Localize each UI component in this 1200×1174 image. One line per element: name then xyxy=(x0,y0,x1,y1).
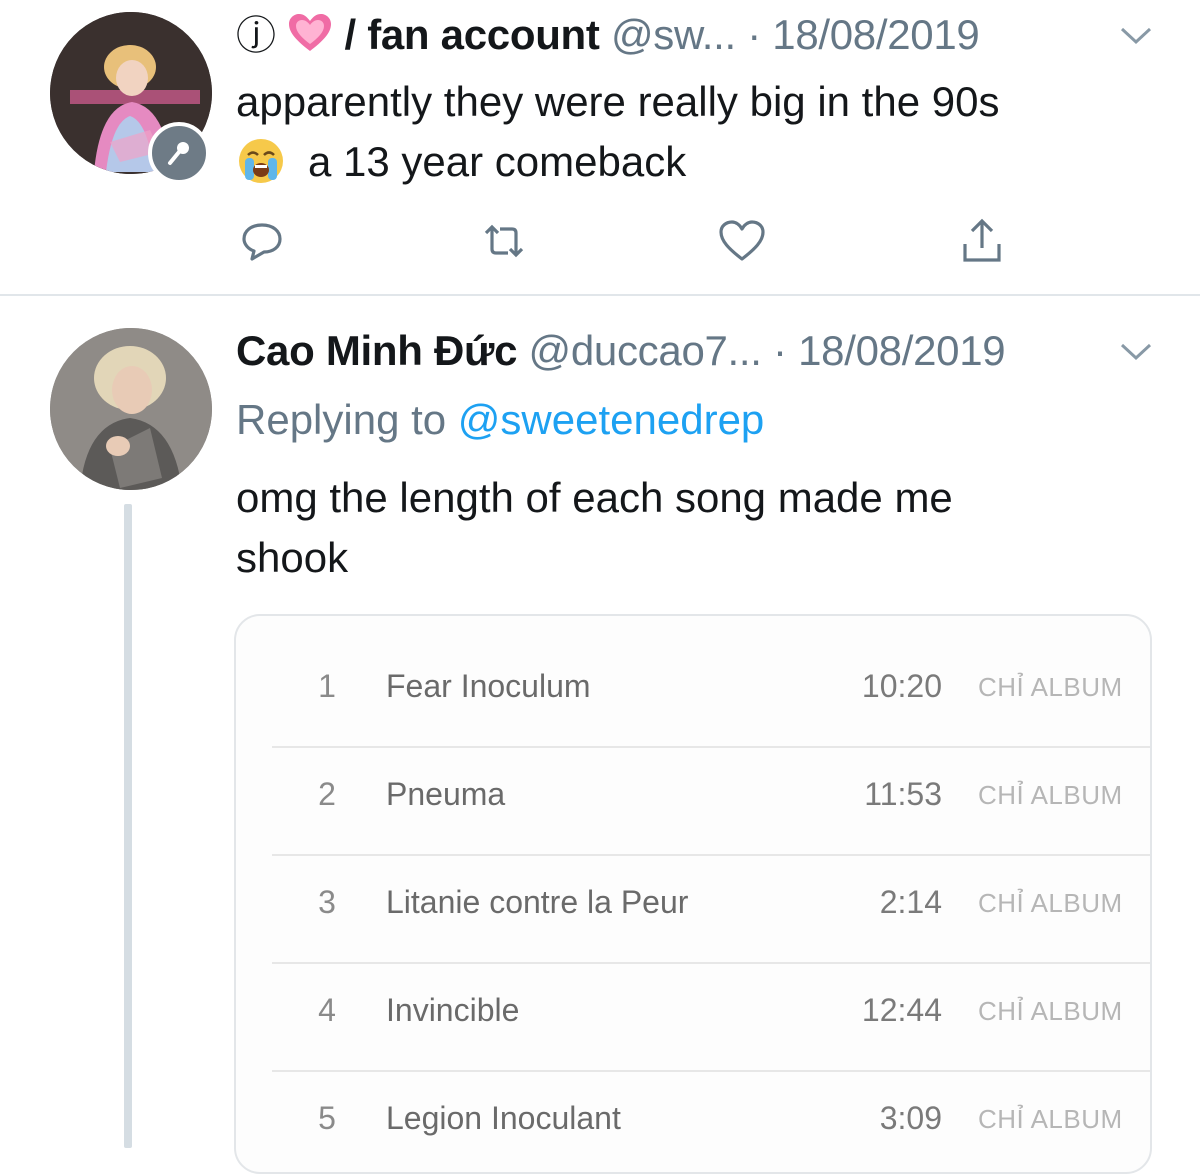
track-duration: 10:20 xyxy=(861,668,942,704)
display-name[interactable]: Cao Minh Đức xyxy=(236,327,517,374)
mention-link[interactable]: @sweetenedrep xyxy=(458,396,765,443)
reply-icon[interactable] xyxy=(236,215,288,267)
track-duration: 3:09 xyxy=(879,1100,942,1136)
track-title: Pneuma xyxy=(386,776,506,812)
tweet-text-line-1: omg the length of each song made me xyxy=(236,474,953,521)
growing-heart-icon xyxy=(289,14,332,51)
tweet-divider xyxy=(0,294,1200,296)
tweet-text-line-1: apparently they were really big in the 9… xyxy=(236,78,1000,125)
name-prefix-glyph: ⓙ xyxy=(236,14,276,58)
share-icon[interactable] xyxy=(956,215,1008,267)
tweet-header: ⓙ / fan account @sw... · 18/08/2019 xyxy=(236,10,980,61)
track-row: 1 Fear Inoculum 10:20 CHỈ ALBUM xyxy=(272,640,1150,748)
track-number: 3 xyxy=(318,884,336,920)
replying-to-label: Replying to xyxy=(236,396,447,443)
tweet-text-line-2: a 13 year comeback xyxy=(236,132,686,192)
track-duration: 11:53 xyxy=(864,776,942,812)
user-handle[interactable]: @duccao7... xyxy=(529,327,762,374)
tweet-header: Cao Minh Đức @duccao7... · 18/08/2019 xyxy=(236,326,1006,376)
track-number: 1 xyxy=(318,668,336,704)
display-name[interactable]: / fan account xyxy=(344,11,599,58)
thread-line xyxy=(124,504,132,1148)
track-tag: CHỈ ALBUM xyxy=(978,996,1123,1026)
track-title: Fear Inoculum xyxy=(386,668,591,704)
track-number: 2 xyxy=(318,776,336,812)
track-title: Litanie contre la Peur xyxy=(386,884,689,920)
track-duration: 12:44 xyxy=(861,992,942,1028)
track-tag: CHỈ ALBUM xyxy=(978,672,1123,702)
chevron-down-icon[interactable] xyxy=(1118,340,1154,364)
tweet-fan-account[interactable]: ⓙ / fan account @sw... · 18/08/2019 appa… xyxy=(0,0,1200,294)
track-tag: CHỈ ALBUM xyxy=(978,888,1123,918)
track-number: 4 xyxy=(318,992,336,1028)
loudly-crying-face-icon xyxy=(239,139,283,183)
tweet-text-line-2: shook xyxy=(236,534,349,581)
track-row: 5 Legion Inoculant 3:09 CHỈ ALBUM xyxy=(272,1072,1150,1172)
track-row: 3 Litanie contre la Peur 2:14 CHỈ ALBUM xyxy=(272,856,1150,964)
chevron-down-icon[interactable] xyxy=(1118,24,1154,48)
attached-image-tracklist[interactable]: 1 Fear Inoculum 10:20 CHỈ ALBUM 2 Pneuma… xyxy=(234,614,1152,1174)
avatar-image xyxy=(50,328,212,490)
replying-to: Replying to @sweetenedrep xyxy=(236,393,764,447)
track-row: 4 Invincible 12:44 CHỈ ALBUM xyxy=(272,964,1150,1072)
user-handle[interactable]: @sw... xyxy=(611,11,736,58)
tweet-text-line-2-text: a 13 year comeback xyxy=(308,138,687,185)
like-icon[interactable] xyxy=(716,215,768,267)
tweet-actions xyxy=(0,215,1200,267)
microphone-icon xyxy=(148,122,210,184)
track-number: 5 xyxy=(318,1100,336,1136)
tweet-date[interactable]: · 18/08/2019 xyxy=(747,11,980,58)
tweet-date[interactable]: · 18/08/2019 xyxy=(773,327,1006,374)
track-title: Legion Inoculant xyxy=(386,1100,621,1136)
retweet-icon[interactable] xyxy=(478,215,530,267)
track-tag: CHỈ ALBUM xyxy=(978,1104,1123,1134)
track-tag: CHỈ ALBUM xyxy=(978,780,1123,810)
track-row: 2 Pneuma 11:53 CHỈ ALBUM xyxy=(272,748,1150,856)
avatar[interactable] xyxy=(50,328,212,490)
track-duration: 2:14 xyxy=(879,884,942,920)
track-title: Invincible xyxy=(386,992,520,1028)
